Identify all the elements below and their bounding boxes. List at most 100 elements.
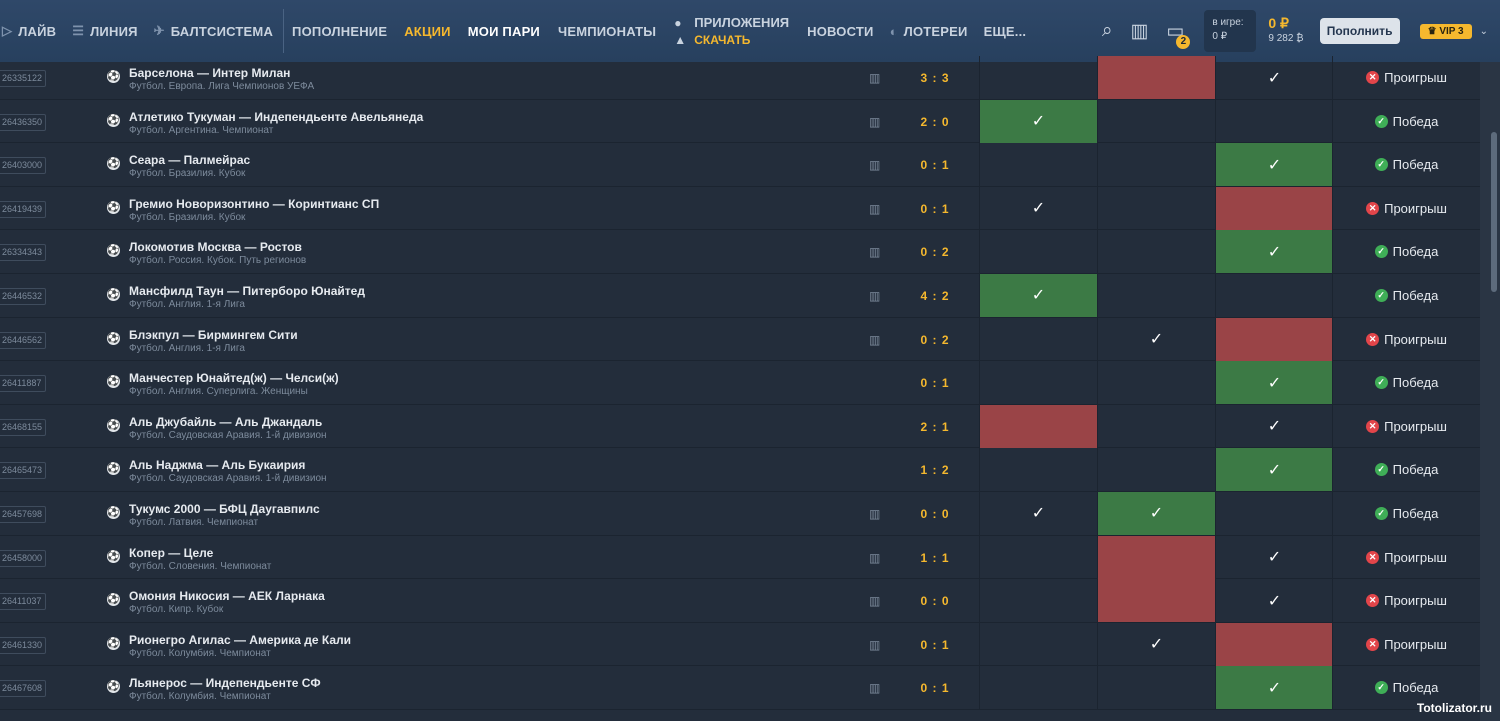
match-score: 2 : 1 (920, 419, 950, 434)
stats-icon[interactable]: ▥ (869, 333, 880, 347)
stats-icon[interactable]: ▥ (869, 245, 880, 259)
deposit-button[interactable]: Пополнить (1319, 18, 1400, 44)
match-title[interactable]: Блэкпул — Бирмингем Сити (129, 328, 298, 342)
stats-icon[interactable]: ▥ (869, 202, 880, 216)
win-icon: ✓ (1374, 114, 1388, 128)
match-title[interactable]: Копер — Целе (129, 546, 213, 560)
nav-championships[interactable]: ЧЕМПИОНАТЫ (558, 0, 656, 62)
stats-icon[interactable]: ▥ (869, 158, 880, 172)
vip-label: VIP 3 (1439, 25, 1464, 37)
match-title[interactable]: Атлетико Тукуман — Индепендьенте Авельян… (129, 110, 423, 124)
match-title[interactable]: Тукумс 2000 — БФЦ Даугавпилс (129, 502, 320, 516)
match-title[interactable]: Гремио Новоризонтино — Коринтианс СП (129, 197, 379, 211)
nav-news[interactable]: НОВОСТИ (807, 0, 873, 62)
bet-id[interactable]: 26468155 (0, 418, 46, 436)
bet-id[interactable]: 26446562 (0, 331, 46, 349)
bet-id[interactable]: 26458000 (0, 549, 46, 567)
table-row[interactable]: 26461330 ⚽ Рионегро Агилас — Америка де Ка… (0, 622, 1480, 667)
outcome-cell-c1 (979, 230, 1097, 274)
check-icon: ✓ (1149, 636, 1164, 654)
outcome-cell-c2 (1097, 230, 1215, 274)
match-title[interactable]: Локомотив Москва — Ростов (129, 240, 302, 254)
bet-id[interactable]: 26335122 (0, 70, 46, 87)
bet-id[interactable]: 26461330 (0, 636, 46, 654)
nav-apps[interactable]: ● ПРИЛОЖЕНИЯ ▲ СКАЧАТЬ (674, 0, 789, 62)
scrollbar[interactable] (1480, 62, 1500, 721)
table-row[interactable]: 26335122 ⚽ Барселона — Интер Милан Футбол. … (0, 56, 1480, 100)
bet-id[interactable]: 26411037 (0, 593, 46, 611)
check-icon: ✓ (1267, 418, 1282, 436)
outcome-cell-c1 (979, 448, 1097, 492)
table-row[interactable]: 26411037 ⚽ Омония Никосия — АЕК Ларнака Фут… (0, 579, 1480, 623)
nav-line[interactable]: ☰ ЛИНИЯ (72, 0, 137, 62)
bet-id[interactable]: 26446532 (0, 287, 46, 305)
nav-download-label[interactable]: СКАЧАТЬ (694, 33, 750, 47)
nav-baltsystem[interactable]: ✈ БАЛТСИСТЕМА (154, 0, 273, 62)
league-name: Футбол. Кипр. Кубок (129, 604, 224, 616)
nav-live[interactable]: ▷ ЛАЙВ (2, 0, 56, 62)
stats-icon[interactable]: ▥ (869, 681, 880, 695)
result-label: Победа (1392, 113, 1439, 129)
nav-lotteries[interactable]: ◐ ЛОТЕРЕИ (890, 0, 968, 62)
table-row[interactable]: 26458000 ⚽ Копер — Целе Футбол. Словения. Ч… (0, 535, 1480, 580)
coupon-icon[interactable]: ▭ 2 (1166, 20, 1191, 49)
win-icon: ✓ (1374, 158, 1388, 172)
bet-id[interactable]: 26403000 (0, 157, 46, 175)
balance[interactable]: 0 ₽ 9 282 ₿ (1268, 15, 1303, 47)
result-status: ✕ Проигрыш (1332, 622, 1480, 666)
match-score: 1 : 1 (920, 550, 950, 565)
stats-icon[interactable]: ▥ (869, 507, 880, 521)
match-title[interactable]: Манчестер Юнайтед(ж) — Челси(ж) (129, 371, 339, 385)
match-title[interactable]: Рионегро Агилас — Америка де Кали (129, 633, 351, 647)
lose-icon: ✕ (1366, 71, 1380, 84)
table-row[interactable]: 26457698 ⚽ Тукумс 2000 — БФЦ Даугавпилс Фут… (0, 491, 1480, 536)
result-label: Проигрыш (1384, 549, 1447, 565)
match-title[interactable]: Льянерос — Индепендьенте СФ (129, 676, 321, 690)
result-status: ✓ Победа (1332, 448, 1480, 492)
result-label: Победа (1392, 157, 1439, 173)
table-row[interactable]: 26411887 ⚽ Манчестер Юнайтед(ж) — Челси(ж)… (0, 361, 1480, 405)
match-title[interactable]: Аль Джубайль — Аль Джандаль (129, 415, 322, 429)
bet-id[interactable]: 26419439 (0, 200, 46, 218)
stats-icon[interactable]: ▥ (869, 71, 880, 85)
stats-icon[interactable]: ▥ (869, 638, 880, 652)
match-title[interactable]: Барселона — Интер Милан (129, 66, 290, 80)
bet-id[interactable]: 26465473 (0, 462, 46, 480)
vip-badge[interactable]: ♛ VIP 3 (1419, 23, 1472, 39)
bet-id[interactable]: 26334343 (0, 244, 46, 262)
stats-icon[interactable]: ▥ (869, 551, 880, 565)
bet-id[interactable]: 26411887 (0, 375, 46, 393)
nav-my-bets[interactable]: МОИ ПАРИ (468, 0, 540, 62)
table-row[interactable]: 26446562 ⚽ Блэкпул — Бирмингем Сити Футбол.… (0, 317, 1480, 362)
result-label: Проигрыш (1384, 70, 1447, 85)
check-icon: ✓ (1267, 592, 1282, 610)
match-title[interactable]: Аль Наджма — Аль Букаирия (129, 458, 305, 472)
bet-id[interactable]: 26457698 (0, 505, 46, 523)
table-row[interactable]: 26446532 ⚽ Мансфилд Таун — Питерборо Юнайт… (0, 273, 1480, 318)
nav-more[interactable]: ЕЩЕ... (984, 0, 1027, 62)
football-icon: ⚽ (107, 331, 120, 345)
league-name: Футбол. Словения. Чемпионат (129, 560, 272, 572)
table-row[interactable]: 26403000 ⚽ Сеара — Палмейрас Футбол. Бразил… (0, 143, 1480, 187)
scrollbar-thumb[interactable] (1491, 132, 1497, 292)
stats-icon[interactable]: ▥ (869, 115, 880, 129)
stats-icon[interactable]: ▥ (869, 289, 880, 303)
match-title[interactable]: Мансфилд Таун — Питерборо Юнайтед (129, 284, 365, 298)
table-row[interactable]: 26465473 ⚽ Аль Наджма — Аль Букаирия Футбол… (0, 448, 1480, 492)
bet-id[interactable]: 26467608 (0, 680, 46, 698)
match-title[interactable]: Омония Никосия — АЕК Ларнака (129, 589, 325, 603)
table-row[interactable]: 26468155 ⚽ Аль Джубайль — Аль Джандаль Футб… (0, 404, 1480, 449)
table-row[interactable]: 26436350 ⚽ Атлетико Тукуман — Индепендьент… (0, 99, 1480, 144)
nav-promo[interactable]: АКЦИИ (404, 0, 451, 62)
stats-icon[interactable]: ▥ (1130, 20, 1148, 43)
match-score: 0 : 2 (920, 245, 950, 260)
table-row[interactable]: 26467608 ⚽ Льянерос — Индепендьенте СФ Футб… (0, 666, 1480, 710)
table-row[interactable]: 26419439 ⚽ Гремио Новоризонтино — Коринтиа… (0, 186, 1480, 231)
search-icon[interactable]: ⌕ (1102, 20, 1113, 42)
bet-id[interactable]: 26436350 (0, 113, 46, 131)
table-row[interactable]: 26334343 ⚽ Локомотив Москва — Ростов Футбол… (0, 230, 1480, 274)
stats-icon[interactable]: ▥ (869, 594, 880, 608)
chevron-down-icon[interactable]: ⌄ (1480, 26, 1488, 37)
match-title[interactable]: Сеара — Палмейрас (129, 153, 250, 167)
nav-deposit[interactable]: ПОПОЛНЕНИЕ (292, 0, 387, 62)
